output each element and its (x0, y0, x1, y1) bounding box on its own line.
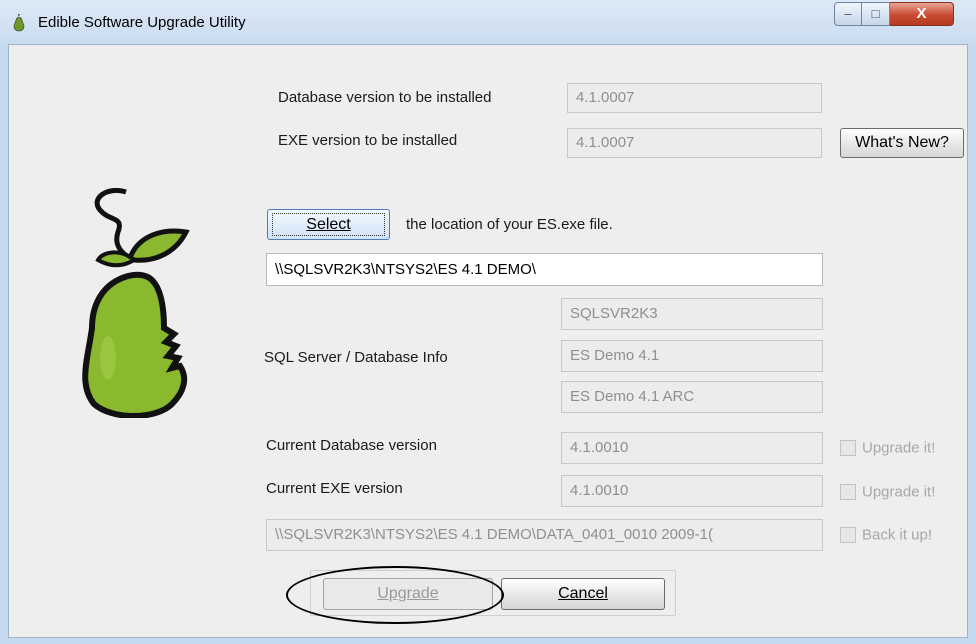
maximize-icon: □ (871, 6, 880, 21)
pear-logo (82, 188, 190, 418)
current-db-field: 4.1.0010 (561, 432, 823, 464)
backup-check-label: Back it up! (862, 526, 933, 544)
current-exe-field: 4.1.0010 (561, 475, 823, 507)
window-title: Edible Software Upgrade Utility (38, 14, 246, 31)
whats-new-label: What's New? (855, 134, 949, 151)
upgrade-db-check-label: Upgrade it! (862, 439, 936, 457)
current-exe-label: Current EXE version (266, 480, 403, 497)
cancel-label: Cancel (558, 585, 608, 602)
maximize-button[interactable]: □ (862, 2, 890, 26)
sql-archive-field: ES Demo 4.1 ARC (561, 381, 823, 413)
cancel-button[interactable]: Cancel (501, 578, 665, 610)
minimize-icon: – (844, 6, 852, 21)
db-install-label: Database version to be installed (278, 89, 492, 106)
checkbox-box (840, 527, 856, 544)
minimize-button[interactable]: – (834, 2, 862, 26)
sql-database-field: ES Demo 4.1 (561, 340, 823, 372)
select-hint: the location of your ES.exe file. (406, 216, 613, 233)
highlight-ellipse (286, 566, 504, 624)
upgrade-exe-checkbox[interactable]: Upgrade it! (840, 483, 935, 505)
close-button[interactable]: X (890, 2, 954, 26)
close-icon: X (916, 5, 927, 22)
db-install-field: 4.1.0007 (567, 83, 822, 113)
backup-path-field: \\SQLSVR2K3\NTSYS2\ES 4.1 DEMO\DATA_0401… (266, 519, 823, 551)
checkbox-box (840, 484, 856, 501)
sql-server-field: SQLSVR2K3 (561, 298, 823, 330)
exe-install-label: EXE version to be installed (278, 132, 458, 149)
sql-info-label: SQL Server / Database Info (264, 349, 448, 366)
pear-icon (13, 14, 25, 32)
application-window: Edible Software Upgrade Utility – □ X Da… (0, 0, 976, 644)
whats-new-button[interactable]: What's New? (840, 128, 964, 158)
exe-install-field: 4.1.0007 (567, 128, 822, 158)
select-button[interactable]: Select (267, 209, 390, 240)
checkbox-box (840, 440, 856, 457)
title-bar[interactable]: Edible Software Upgrade Utility – □ X (0, 0, 976, 44)
focus-outline (272, 213, 385, 236)
path-input[interactable]: \\SQLSVR2K3\NTSYS2\ES 4.1 DEMO\ (266, 253, 823, 286)
backup-checkbox[interactable]: Back it up! (840, 526, 932, 548)
current-db-label: Current Database version (266, 437, 437, 454)
upgrade-db-checkbox[interactable]: Upgrade it! (840, 439, 935, 461)
upgrade-exe-check-label: Upgrade it! (862, 483, 936, 501)
